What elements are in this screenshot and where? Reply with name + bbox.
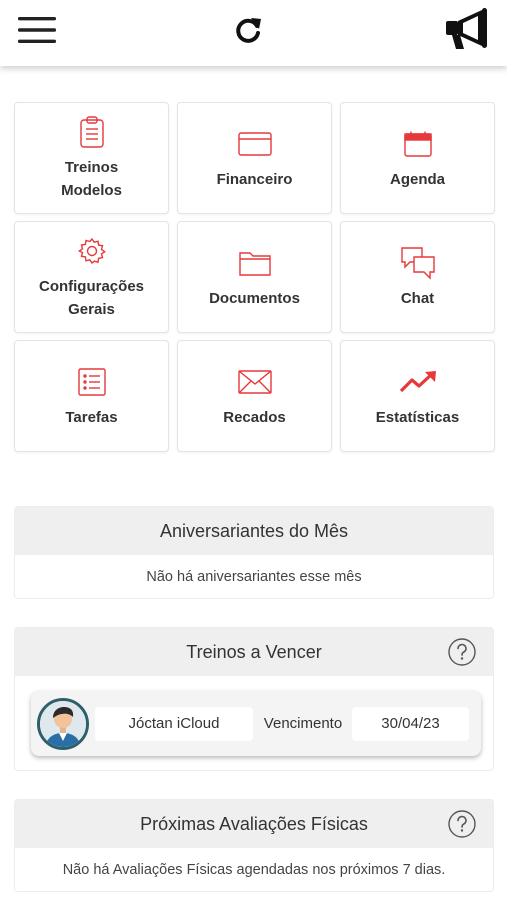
tile-label: Tarefas (65, 408, 118, 426)
envelope-icon (237, 364, 272, 400)
chat-bubbles-icon (400, 245, 436, 281)
tile-treinos-modelos[interactable]: Treinos Modelos (14, 102, 169, 214)
student-name: Jóctan iCloud (95, 706, 253, 741)
birthdays-empty-text: Não há aniversariantes esse mês (146, 569, 362, 585)
user-avatar-icon (37, 697, 89, 750)
gear-icon (77, 233, 106, 269)
question-circle-icon[interactable] (447, 809, 477, 839)
trainings-due-card: Treinos a Vencer Jóctan iCloud Venciment… (14, 627, 494, 771)
birthdays-card: Aniversariantes do Mês Não há aniversari… (14, 506, 494, 599)
tile-label: Documentos (209, 289, 300, 307)
folder-icon (238, 245, 271, 281)
question-circle-icon[interactable] (447, 637, 477, 667)
trending-up-icon (399, 364, 437, 400)
tile-chat[interactable]: Chat (340, 221, 495, 333)
evaluations-empty-text: Não há Avaliações Físicas agendadas nos … (62, 862, 446, 878)
tile-tarefas[interactable]: Tarefas (14, 340, 169, 452)
evaluations-header: Próximas Avaliações Físicas (15, 800, 493, 848)
tile-configuracoes-gerais[interactable]: Configurações Gerais (14, 221, 169, 333)
tile-label: Treinos Modelos (61, 159, 122, 199)
trainings-due-title: Treinos a Vencer (186, 641, 322, 662)
tile-recados[interactable]: Recados (177, 340, 332, 452)
tile-label: Estatísticas (375, 408, 460, 426)
tile-label: Agenda (389, 170, 445, 188)
tile-label: Financeiro (216, 170, 293, 188)
megaphone-icon[interactable] (440, 4, 498, 54)
physical-evaluations-card: Próximas Avaliações Físicas Não há Avali… (14, 799, 494, 892)
refresh-icon[interactable] (226, 8, 270, 52)
tile-estatisticas[interactable]: Estatísticas (340, 340, 495, 452)
credit-card-icon (237, 126, 272, 162)
due-label: Vencimento (263, 715, 343, 732)
menu-grid: Treinos Modelos Financeiro Agenda Config… (14, 102, 495, 452)
birthdays-title: Aniversariantes do Mês (15, 507, 493, 555)
top-bar (0, 0, 507, 66)
tile-label: Configurações Gerais (38, 278, 144, 318)
tile-documentos[interactable]: Documentos (177, 221, 332, 333)
tile-label: Recados (223, 408, 286, 426)
tile-financeiro[interactable]: Financeiro (177, 102, 332, 214)
trainings-due-header: Treinos a Vencer (15, 628, 493, 676)
task-list-icon (77, 364, 106, 400)
training-expiry-row[interactable]: Jóctan iCloud Vencimento 30/04/23 (31, 691, 481, 756)
evaluations-title: Próximas Avaliações Físicas (140, 813, 368, 834)
clipboard-icon (79, 114, 105, 150)
due-date: 30/04/23 (352, 706, 469, 741)
tile-label: Chat (400, 289, 435, 307)
calendar-icon (403, 126, 432, 162)
tile-agenda[interactable]: Agenda (340, 102, 495, 214)
hamburger-menu-icon[interactable] (14, 10, 60, 50)
